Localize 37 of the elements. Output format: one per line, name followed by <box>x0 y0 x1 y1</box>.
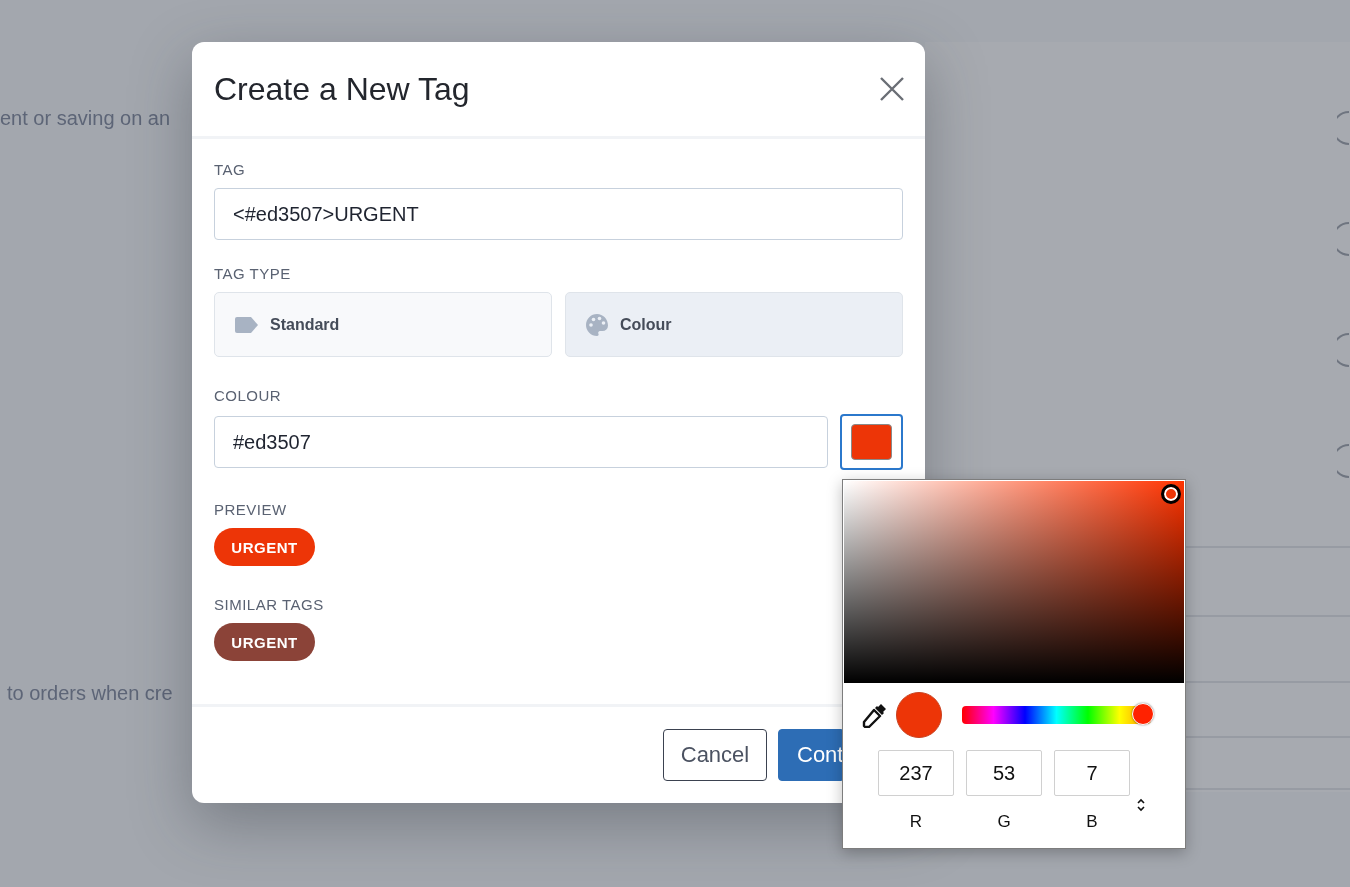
field-label: COLOUR <box>214 387 282 405</box>
tag-preview-badge: URGENT <box>214 528 315 566</box>
toggle-format-icon[interactable] <box>1136 798 1146 812</box>
tag-type-option[interactable]: Colour <box>565 292 903 357</box>
colour-channel-input[interactable]: 7 <box>1054 750 1130 796</box>
channel-label: G <box>997 812 1011 832</box>
palette-icon <box>586 313 608 336</box>
similar-tag-badge[interactable]: URGENT <box>214 623 315 661</box>
colour-channel-input[interactable]: 237 <box>878 750 954 796</box>
field-label: PREVIEW <box>214 501 287 519</box>
hue-slider[interactable] <box>962 706 1151 724</box>
cancel-button[interactable]: Cancel <box>663 729 767 781</box>
tag-input[interactable]: <#ed3507>URGENT <box>214 188 903 240</box>
background-text: to orders when cre <box>6 681 174 705</box>
modal-title: Create a New Tag <box>214 70 470 108</box>
colour-channel-input[interactable]: 53 <box>966 750 1042 796</box>
radio-icon[interactable] <box>1337 443 1350 478</box>
close-icon[interactable] <box>879 76 905 102</box>
channel-label: R <box>909 812 923 832</box>
radio-icon[interactable] <box>1337 221 1350 256</box>
current-colour-swatch <box>896 692 942 738</box>
radio-icon[interactable] <box>1337 110 1350 145</box>
label-icon <box>235 316 258 333</box>
eyedropper-icon[interactable] <box>862 702 888 728</box>
colour-input[interactable]: #ed3507 <box>214 416 829 468</box>
saturation-area[interactable] <box>844 481 1184 683</box>
field-label: TAG TYPE <box>214 265 291 283</box>
continue-button[interactable]: Cont <box>778 729 842 781</box>
channel-label: B <box>1086 812 1098 832</box>
radio-icon[interactable] <box>1337 332 1350 367</box>
tag-type-option[interactable]: Standard <box>214 292 552 357</box>
field-label: SIMILAR TAGS <box>214 596 324 614</box>
hue-slider-thumb[interactable] <box>1132 703 1155 725</box>
field-label: TAG <box>214 161 246 179</box>
colour-swatch-button[interactable] <box>840 414 903 470</box>
background-text: ent or saving on an <box>0 106 172 130</box>
saturation-handle[interactable] <box>1161 484 1181 504</box>
